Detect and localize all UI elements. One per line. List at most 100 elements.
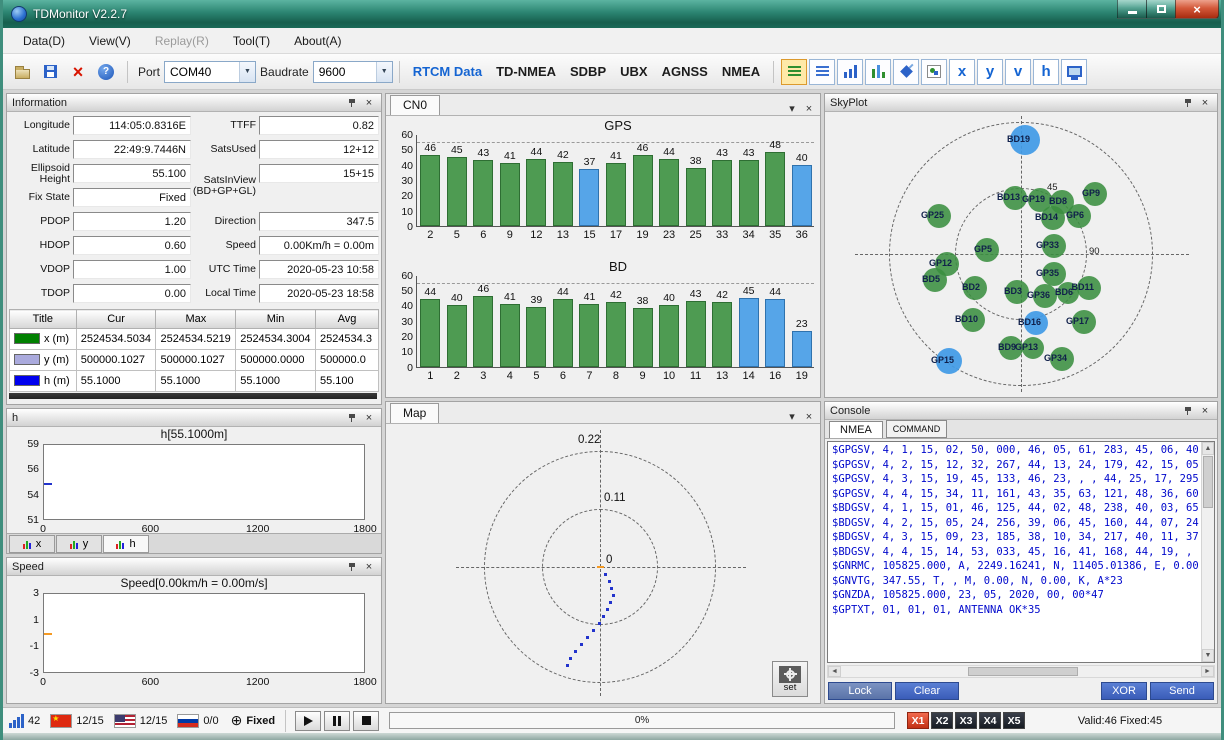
help-icon[interactable]: ? — [93, 59, 119, 85]
x-view-button[interactable]: x — [949, 59, 975, 85]
scrollbar-thumb[interactable] — [968, 667, 1078, 676]
cn0-bar — [712, 302, 732, 366]
nmea-list-icon[interactable] — [781, 59, 807, 85]
message-list-icon[interactable] — [809, 59, 835, 85]
horizontal-scrollbar[interactable]: ◄ ► — [827, 665, 1215, 678]
xor-button[interactable]: XOR — [1101, 682, 1147, 700]
open-file-icon[interactable] — [9, 59, 35, 85]
pin-icon[interactable] — [1181, 404, 1195, 417]
protocol-td-nmea[interactable]: TD-NMEA — [489, 60, 563, 83]
close-icon[interactable]: × — [362, 411, 376, 424]
protocol-agnss[interactable]: AGNSS — [655, 60, 715, 83]
save-icon[interactable] — [37, 59, 63, 85]
port-label: Port — [138, 65, 160, 79]
close-icon[interactable]: × — [1198, 404, 1212, 417]
chevron-down-icon[interactable]: ▼ — [376, 62, 392, 82]
tab-nmea[interactable]: NMEA — [829, 421, 883, 438]
chevron-down-icon[interactable]: ▾ — [785, 102, 799, 115]
xbtn-x1[interactable]: X1 — [907, 712, 929, 729]
position-dot — [612, 594, 615, 597]
chart-title: h[55.1000m] — [7, 427, 381, 441]
pin-icon[interactable] — [1181, 96, 1195, 109]
field-value: Fixed — [73, 188, 191, 207]
menu-data-d[interactable]: Data(D) — [11, 30, 77, 52]
clipped-table-row — [9, 393, 377, 399]
folder-glyph — [15, 69, 30, 79]
scroll-down-icon[interactable]: ▼ — [1202, 649, 1214, 662]
cn0-bar — [792, 165, 812, 226]
close-icon[interactable]: × — [362, 560, 376, 573]
position-dot — [592, 629, 595, 632]
pin-icon[interactable] — [345, 96, 359, 109]
series-tab-y[interactable]: y — [56, 535, 102, 553]
lock-button[interactable]: Lock — [828, 682, 892, 700]
position-dot — [580, 643, 583, 646]
chevron-down-icon[interactable]: ▾ — [785, 410, 799, 423]
menu-about-a[interactable]: About(A) — [282, 30, 353, 52]
tab-command[interactable]: COMMAND — [886, 420, 948, 438]
xbtn-x3[interactable]: X3 — [955, 712, 977, 729]
cn0-bar — [447, 305, 467, 366]
scrollbar-thumb[interactable] — [1203, 456, 1213, 508]
close-icon[interactable]: × — [802, 102, 816, 115]
protocol-nmea[interactable]: NMEA — [715, 60, 767, 83]
port-select[interactable]: COM40 ▼ — [164, 61, 256, 83]
tab-cn0[interactable]: CN0 — [390, 95, 440, 115]
send-button[interactable]: Send — [1150, 682, 1214, 700]
field-value: 347.5 — [259, 212, 379, 231]
pause-button[interactable] — [324, 711, 350, 731]
pin-icon[interactable] — [345, 560, 359, 573]
close-icon[interactable]: × — [802, 410, 816, 423]
scroll-up-icon[interactable]: ▲ — [1202, 442, 1214, 455]
menu-tool-t[interactable]: Tool(T) — [221, 30, 282, 52]
scroll-right-icon[interactable]: ► — [1201, 666, 1214, 677]
y-view-button[interactable]: y — [977, 59, 1003, 85]
cn0-chart-icon[interactable] — [837, 59, 863, 85]
series-color-swatch — [14, 354, 40, 365]
minimize-button[interactable] — [1117, 0, 1147, 19]
baudrate-select[interactable]: 9600 ▼ — [313, 61, 393, 83]
histogram-icon[interactable] — [865, 59, 891, 85]
nmea-line: $GPGSV, 4, 1, 15, 02, 50, 000, 46, 05, 6… — [832, 444, 1200, 459]
maximize-button[interactable] — [1146, 0, 1176, 19]
chevron-down-icon[interactable]: ▼ — [239, 62, 255, 82]
menu-replay-r[interactable]: Replay(R) — [143, 30, 221, 52]
disconnect-icon[interactable]: × — [65, 59, 91, 85]
pin-icon[interactable] — [345, 411, 359, 424]
xbtn-x4[interactable]: X4 — [979, 712, 1001, 729]
bar-value-label: 44 — [417, 286, 444, 298]
stop-button[interactable] — [353, 711, 379, 731]
y-axis-label: 1 — [13, 614, 39, 626]
close-icon[interactable]: × — [1198, 96, 1212, 109]
clear-button[interactable]: Clear — [895, 682, 959, 700]
xbtn-x2[interactable]: X2 — [931, 712, 953, 729]
x-axis-label: 3 — [470, 370, 497, 382]
menu-view-v[interactable]: View(V) — [77, 30, 143, 52]
skyplot-icon[interactable] — [893, 59, 919, 85]
protocol-ubx[interactable]: UBX — [613, 60, 654, 83]
cn0-bar — [659, 305, 679, 366]
column-header: Title — [10, 310, 77, 329]
port-value: COM40 — [170, 65, 239, 79]
value-cell: 2524534.5219 — [156, 329, 236, 350]
set-button[interactable]: set — [772, 661, 808, 697]
vertical-scrollbar[interactable]: ▲ ▼ — [1201, 442, 1214, 662]
bar-value-label: 40 — [788, 152, 815, 164]
series-tab-x[interactable]: x — [9, 535, 55, 553]
close-icon[interactable]: × — [362, 96, 376, 109]
play-button[interactable] — [295, 711, 321, 731]
v-view-button[interactable]: v — [1005, 59, 1031, 85]
protocol-rtcm-data[interactable]: RTCM Data — [406, 60, 489, 83]
close-button[interactable]: × — [1175, 0, 1219, 19]
protocol-sdbp[interactable]: SDBP — [563, 60, 613, 83]
xbtn-x5[interactable]: X5 — [1003, 712, 1025, 729]
scroll-left-icon[interactable]: ◄ — [828, 666, 841, 677]
tab-map[interactable]: Map — [390, 403, 439, 423]
field-label: VDOP — [9, 258, 71, 281]
display-icon[interactable] — [1061, 59, 1087, 85]
position-dot — [566, 664, 569, 667]
series-tab-h[interactable]: h — [103, 535, 149, 553]
bar-value-label: 46 — [629, 142, 656, 154]
h-view-button[interactable]: h — [1033, 59, 1059, 85]
position-plot-icon[interactable] — [921, 59, 947, 85]
